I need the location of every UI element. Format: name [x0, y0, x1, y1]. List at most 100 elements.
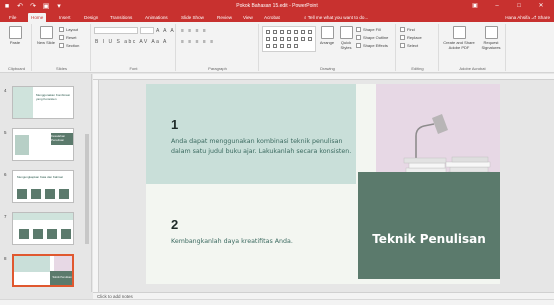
user-name[interactable]: Hana Ahsifa — [505, 13, 530, 22]
notes-pane[interactable]: Click to add notes — [93, 292, 554, 299]
layout-button[interactable]: Layout — [59, 27, 78, 33]
signature-icon — [484, 26, 498, 39]
paste-button[interactable]: Paste — [4, 26, 26, 45]
shape-effects-icon — [356, 43, 361, 49]
group-label-clipboard: Clipboard — [7, 66, 26, 71]
point-text-1[interactable]: Anda dapat menggunakan kombinasi teknik … — [171, 137, 356, 156]
teal-text-block — [146, 84, 356, 184]
list-buttons[interactable]: ≡ ≡ ≡ ≡ — [181, 28, 207, 34]
minimize-icon[interactable]: – — [486, 0, 508, 13]
slide[interactable]: 1 Anda dapat menggunakan kombinasi tekni… — [146, 84, 500, 284]
thumbnail-number: 5 — [4, 130, 7, 135]
arrange-button[interactable]: Arrange — [318, 26, 336, 45]
close-icon[interactable]: ✕ — [530, 0, 552, 13]
light-text-block — [146, 184, 356, 284]
tab-transitions[interactable]: Transitions — [107, 13, 135, 22]
slide-thumbnail-5[interactable]: Kesalahan Penulisan — [12, 128, 74, 161]
request-signatures-button[interactable]: Request Signatures — [478, 26, 504, 50]
find-icon — [400, 27, 405, 33]
slide-thumbnail-4[interactable]: Menggunakan Kombinasi yang Konsisten — [12, 86, 74, 119]
shape-effects-button[interactable]: Shape Effects — [356, 43, 388, 49]
pdf-icon — [452, 26, 466, 39]
thumbnail-title: Mengungkapkan Kata dan Kalimat — [17, 175, 63, 179]
tab-home[interactable]: Home — [28, 13, 47, 22]
title-block: Teknik Penulisan — [358, 172, 500, 279]
tab-view[interactable]: View — [240, 13, 256, 22]
group-editing: Find Replace Select Editing — [397, 24, 439, 71]
shapes-gallery[interactable] — [262, 26, 316, 52]
align-buttons[interactable]: ≡ ≡ ≡ ≡ ≡ — [181, 39, 215, 45]
tell-me-search[interactable]: ⌕ Tell me what you want to do... — [304, 13, 368, 22]
font-size-input[interactable] — [140, 27, 154, 34]
quick-styles-button[interactable]: Quick Styles — [338, 26, 354, 50]
quick-styles-icon — [339, 26, 353, 39]
find-button[interactable]: Find — [400, 27, 415, 33]
point-number-2[interactable]: 2 — [171, 217, 178, 232]
replace-button[interactable]: Replace — [400, 35, 422, 41]
tab-acrobat[interactable]: Acrobat — [261, 13, 283, 22]
tab-file[interactable]: File — [6, 13, 19, 22]
paste-icon — [8, 26, 22, 39]
canvas-scrollbar[interactable] — [548, 80, 554, 292]
thumbnail-title: Menggunakan Kombinasi yang Konsisten — [36, 93, 70, 101]
group-label-paragraph: Paragraph — [208, 66, 227, 71]
shape-fill-icon — [356, 27, 361, 33]
shape-outline-icon — [356, 35, 361, 41]
thumbnail-title: Teknik Penulisan — [52, 276, 72, 279]
slide-thumbnail-7[interactable] — [12, 212, 74, 245]
ribbon-tabs: File Home Insert Design Transitions Anim… — [0, 13, 554, 22]
new-slide-button[interactable]: New Slide — [35, 26, 57, 45]
new-slide-icon — [39, 26, 53, 39]
tab-slide-show[interactable]: Slide Show — [178, 13, 207, 22]
group-label-editing: Editing — [411, 66, 424, 71]
thumbnail-number: 4 — [4, 88, 7, 93]
group-clipboard: Paste Clipboard — [2, 24, 32, 71]
shape-fill-button[interactable]: Shape Fill — [356, 27, 381, 33]
group-label-drawing: Drawing — [320, 66, 335, 71]
horizontal-ruler — [93, 74, 554, 80]
point-text-2[interactable]: Kembangkanlah daya kreatifitas Anda. — [171, 237, 356, 247]
replace-icon — [400, 35, 405, 41]
title-bar: ■ ↶ ↷ ▣ ▾ Pokok Bahasan 15.edit - PowerP… — [0, 0, 554, 13]
vertical-ruler — [93, 80, 99, 292]
slide-thumbnail-pane: 4 Menggunakan Kombinasi yang Konsisten 5… — [0, 74, 92, 292]
reset-button[interactable]: Reset — [59, 35, 76, 41]
select-button[interactable]: Select — [400, 43, 418, 49]
tab-insert[interactable]: Insert — [56, 13, 74, 22]
shape-outline-button[interactable]: Shape Outline — [356, 35, 388, 41]
tab-design[interactable]: Design — [81, 13, 101, 22]
maximize-icon[interactable]: □ — [508, 0, 530, 13]
ribbon-display-icon[interactable]: ▣ — [464, 0, 486, 13]
status-bar — [0, 299, 554, 305]
font-size-buttons[interactable]: A A A — [156, 28, 175, 34]
select-icon — [400, 43, 405, 49]
slide-editor-canvas: 1 Anda dapat menggunakan kombinasi tekni… — [93, 74, 554, 292]
group-label-slides: Slides — [56, 66, 67, 71]
section-button[interactable]: Section — [59, 43, 79, 49]
scrollbar-thumb[interactable] — [85, 134, 89, 244]
tab-review[interactable]: Review — [214, 13, 235, 22]
tab-animations[interactable]: Animations — [142, 13, 171, 22]
slide-title[interactable]: Teknik Penulisan — [358, 232, 500, 246]
thumbnail-number: 7 — [4, 214, 7, 219]
font-name-input[interactable] — [94, 27, 138, 34]
reset-icon — [59, 35, 64, 41]
font-format-buttons[interactable]: B I U S abc AV Aa A — [95, 39, 168, 45]
group-paragraph: ≡ ≡ ≡ ≡ ≡ ≡ ≡ ≡ ≡ Paragraph — [177, 24, 259, 71]
group-acrobat: Create and Share Adobe PDF Request Signa… — [440, 24, 506, 71]
group-font: A A A B I U S abc AV Aa A Font — [92, 24, 176, 71]
group-label-acrobat: Adobe Acrobat — [459, 66, 486, 71]
thumbnail-title: Kesalahan Penulisan — [51, 134, 66, 142]
ribbon: Paste Clipboard New Slide Layout Reset S… — [0, 22, 554, 73]
thumbnail-scrollbar[interactable] — [84, 74, 90, 292]
create-share-pdf-button[interactable]: Create and Share Adobe PDF — [442, 26, 476, 50]
thumbnail-number: 6 — [4, 172, 7, 177]
window-controls: ▣ – □ ✕ — [464, 0, 552, 13]
slide-thumbnail-8[interactable]: Teknik Penulisan — [12, 254, 74, 287]
slide-thumbnail-6[interactable]: Mengungkapkan Kata dan Kalimat — [12, 170, 74, 203]
share-button[interactable]: ⎇ Share — [531, 13, 550, 22]
point-number-1[interactable]: 1 — [171, 117, 178, 132]
section-icon — [59, 43, 64, 49]
group-drawing: Arrange Quick Styles Shape Fill Shape Ou… — [260, 24, 396, 71]
arrange-icon — [320, 26, 334, 39]
